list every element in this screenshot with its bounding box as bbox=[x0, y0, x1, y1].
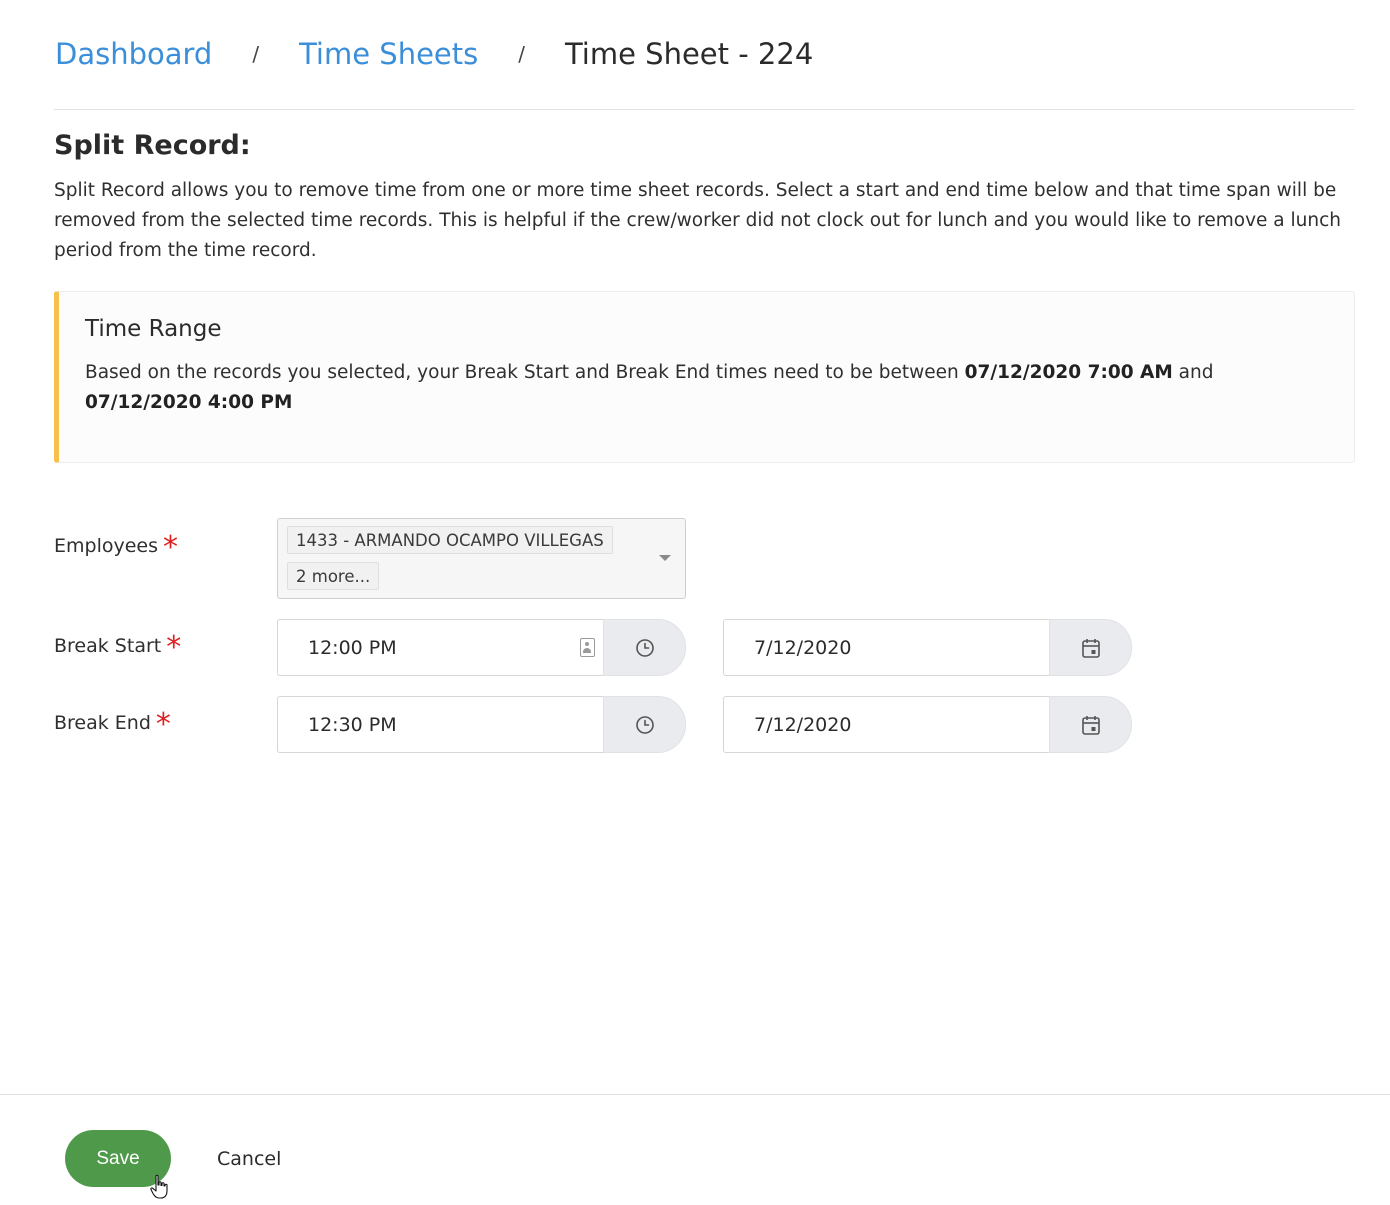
clock-icon bbox=[635, 715, 654, 734]
callout-range-start: 07/12/2020 7:00 AM bbox=[964, 362, 1173, 383]
break-start-label-text: Break Start bbox=[54, 635, 162, 657]
break-end-time-value: 12:30 PM bbox=[308, 713, 397, 736]
breadcrumb-time-sheets-link[interactable]: Time Sheets bbox=[299, 37, 478, 71]
header-divider bbox=[54, 109, 1355, 110]
breadcrumb-separator: / bbox=[252, 42, 260, 66]
footer-divider bbox=[0, 1094, 1390, 1095]
employees-label-text: Employees bbox=[54, 535, 158, 557]
break-end-label-text: Break End bbox=[54, 712, 151, 734]
section-title: Split Record: bbox=[54, 130, 251, 161]
calendar-icon bbox=[1081, 715, 1100, 735]
employee-chip[interactable]: 1433 - ARMANDO OCAMPO VILLEGAS bbox=[287, 526, 613, 554]
time-range-callout: Time Range Based on the records you sele… bbox=[54, 291, 1355, 463]
break-start-time-picker-button[interactable] bbox=[603, 619, 686, 676]
break-start-date-input[interactable]: 7/12/2020 bbox=[723, 619, 1049, 676]
more-employees-chip[interactable]: 2 more... bbox=[287, 562, 380, 590]
caret-down-icon[interactable] bbox=[659, 555, 671, 561]
break-start-label: Break Start * bbox=[54, 630, 182, 665]
break-end-time-input[interactable]: 12:30 PM bbox=[277, 696, 603, 753]
break-start-time-group: 12:00 PM bbox=[277, 619, 686, 676]
breadcrumb-separator: / bbox=[518, 42, 525, 66]
break-start-time-input[interactable]: 12:00 PM bbox=[277, 619, 603, 676]
clock-icon bbox=[635, 638, 654, 657]
break-start-date-picker-button[interactable] bbox=[1049, 619, 1132, 676]
required-marker: * bbox=[155, 707, 171, 742]
break-start-time-value: 12:00 PM bbox=[308, 636, 397, 659]
breadcrumb-dashboard-link[interactable]: Dashboard bbox=[55, 37, 212, 71]
break-end-time-picker-button[interactable] bbox=[603, 696, 686, 753]
callout-title: Time Range bbox=[85, 316, 222, 342]
breadcrumb: Dashboard / Time Sheets / Time Sheet - 2… bbox=[55, 34, 813, 74]
employees-multiselect[interactable]: 1433 - ARMANDO OCAMPO VILLEGAS 2 more... bbox=[277, 518, 686, 599]
break-start-date-value: 7/12/2020 bbox=[754, 636, 852, 659]
break-end-time-group: 12:30 PM bbox=[277, 696, 686, 753]
hand-cursor-icon bbox=[150, 1174, 168, 1199]
break-end-date-input[interactable]: 7/12/2020 bbox=[723, 696, 1049, 753]
calendar-icon bbox=[1081, 638, 1100, 658]
break-end-date-group: 7/12/2020 bbox=[723, 696, 1132, 753]
callout-body: Based on the records you selected, your … bbox=[85, 358, 1325, 418]
callout-text-before: Based on the records you selected, your … bbox=[85, 362, 965, 383]
section-description: Split Record allows you to remove time f… bbox=[54, 180, 1341, 261]
breadcrumb-current-page: Time Sheet - 224 bbox=[564, 37, 814, 71]
contact-card-icon[interactable] bbox=[580, 638, 595, 657]
callout-text-middle: and bbox=[1172, 362, 1214, 383]
employees-label: Employees * bbox=[54, 530, 178, 565]
break-end-date-picker-button[interactable] bbox=[1049, 696, 1132, 753]
break-start-date-group: 7/12/2020 bbox=[723, 619, 1132, 676]
required-marker: * bbox=[166, 630, 182, 665]
break-end-label: Break End * bbox=[54, 707, 171, 742]
cancel-button[interactable]: Cancel bbox=[205, 1136, 293, 1182]
callout-range-end: 07/12/2020 4:00 PM bbox=[85, 392, 293, 413]
required-marker: * bbox=[163, 530, 178, 565]
break-end-date-value: 7/12/2020 bbox=[754, 713, 852, 736]
